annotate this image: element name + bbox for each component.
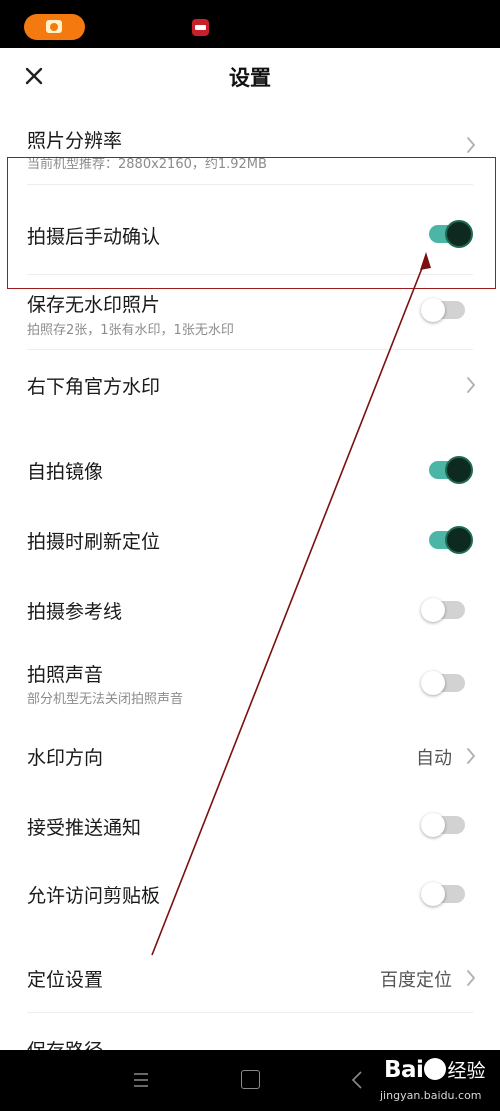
back-icon[interactable] xyxy=(350,1070,364,1090)
toggle-knob xyxy=(421,671,445,695)
divider xyxy=(27,1012,473,1013)
toggle-knob xyxy=(421,598,445,622)
setting-label: 接受推送通知 xyxy=(27,817,142,839)
baidu-logo: Bai xyxy=(384,1057,424,1083)
chevron-right-icon xyxy=(467,137,476,153)
paw-icon xyxy=(424,1058,447,1080)
clipboard-toggle[interactable] xyxy=(421,877,471,911)
setting-label: 水印方向 xyxy=(27,747,104,769)
chevron-right-icon xyxy=(467,377,476,393)
setting-label: 定位设置 xyxy=(27,969,104,991)
navigation-bar: Bai 经验 jingyan.baidu.com xyxy=(0,1050,500,1111)
setting-label: 照片分辨率 xyxy=(27,130,123,152)
grid-lines-toggle[interactable] xyxy=(421,593,471,627)
setting-row-official-watermark[interactable]: 右下角官方水印 xyxy=(0,358,500,414)
setting-row-push-notify[interactable]: 接受推送通知 xyxy=(0,796,500,856)
setting-row-shutter-sound[interactable]: 拍照声音 部分机型无法关闭拍照声音 xyxy=(0,652,500,718)
toggle-knob xyxy=(445,456,473,484)
header: 设置 xyxy=(0,48,500,106)
setting-row-grid-lines[interactable]: 拍摄参考线 xyxy=(0,580,500,640)
setting-label: 拍摄时刷新定位 xyxy=(27,531,161,553)
watermark-text: 经验 xyxy=(447,1060,486,1082)
setting-label: 保存路径 xyxy=(27,1036,103,1050)
setting-label: 自拍镜像 xyxy=(27,461,104,483)
setting-label: 保存无水印照片 xyxy=(27,294,161,316)
watermark-url: jingyan.baidu.com xyxy=(380,1089,482,1102)
selfie-mirror-toggle[interactable] xyxy=(421,453,473,487)
chevron-right-icon xyxy=(467,748,476,764)
notification-app-icon xyxy=(192,19,209,36)
toggle-knob xyxy=(421,813,445,837)
setting-label: 允许访问剪贴板 xyxy=(27,885,161,907)
setting-row-clipboard[interactable]: 允许访问剪贴板 xyxy=(0,864,500,924)
setting-value: 百度定位 xyxy=(380,970,452,991)
setting-row-selfie-mirror[interactable]: 自拍镜像 xyxy=(0,440,500,500)
setting-label: 右下角官方水印 xyxy=(27,376,161,398)
shutter-sound-toggle[interactable] xyxy=(421,666,471,700)
highlight-box xyxy=(7,157,496,289)
page-title: 设置 xyxy=(229,66,271,90)
setting-row-no-watermark[interactable]: 保存无水印照片 拍照存2张，1张有水印，1张无水印 xyxy=(0,282,500,346)
setting-row-watermark-direction[interactable]: 水印方向 自动 xyxy=(0,726,500,786)
refresh-location-toggle[interactable] xyxy=(421,523,473,557)
toggle-knob xyxy=(445,526,473,554)
setting-sublabel: 拍照存2张，1张有水印，1张无水印 xyxy=(27,323,234,338)
setting-value: 自动 xyxy=(416,748,452,769)
divider xyxy=(27,349,473,350)
setting-row-save-path[interactable]: 保存路径 xyxy=(0,1022,500,1050)
toggle-knob xyxy=(421,298,445,322)
setting-label: 拍照声音 xyxy=(27,664,104,686)
setting-label: 拍摄参考线 xyxy=(27,601,123,623)
no-watermark-toggle[interactable] xyxy=(421,293,471,327)
setting-row-location-settings[interactable]: 定位设置 百度定位 xyxy=(0,948,500,1008)
status-bar xyxy=(0,0,500,48)
setting-row-refresh-location[interactable]: 拍摄时刷新定位 xyxy=(0,510,500,570)
chevron-right-icon xyxy=(467,970,476,986)
menu-icon[interactable] xyxy=(133,1070,149,1090)
toggle-knob xyxy=(421,882,445,906)
setting-sublabel: 部分机型无法关闭拍照声音 xyxy=(27,692,184,707)
camera-app-pill[interactable] xyxy=(24,14,85,40)
camera-icon xyxy=(46,20,62,33)
push-notify-toggle[interactable] xyxy=(421,808,471,842)
home-icon[interactable] xyxy=(241,1070,260,1089)
